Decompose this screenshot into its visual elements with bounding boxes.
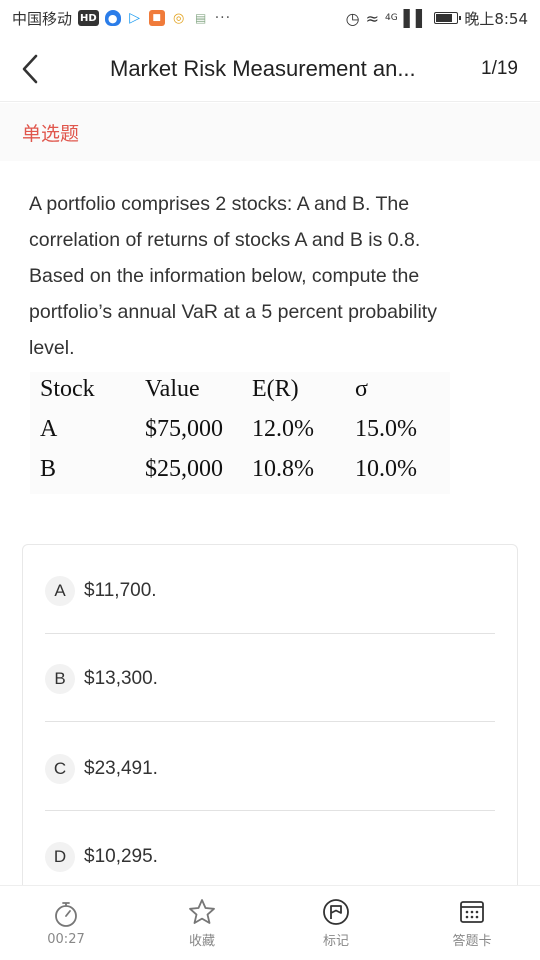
table-cell: 15.0%	[355, 416, 417, 442]
mark-button[interactable]: 标记	[306, 886, 366, 960]
options-card: A $11,700. B $13,300. C $23,491. D $10,2…	[22, 544, 518, 904]
question-data-table: Stock Value E(R) σ A $75,000 12.0% 15.0%…	[30, 372, 450, 494]
table-header-cell: E(R)	[252, 376, 299, 402]
option-letter: C	[45, 754, 75, 784]
question-line: level.	[29, 337, 75, 359]
option-divider	[45, 810, 495, 811]
table-cell: 10.8%	[252, 456, 314, 482]
option-text: $11,700.	[84, 580, 157, 601]
hd-badge: HD	[78, 10, 99, 26]
question-text: A portfolio comprises 2 stocks: A and B.…	[29, 186, 509, 366]
status-right: ◷ ≈ 4G ▌▌ 晚上8:54	[346, 8, 528, 29]
timer-button[interactable]: 00:27	[36, 886, 96, 960]
table-header-cell: Stock	[40, 376, 95, 402]
option-b[interactable]: B $13,300.	[23, 635, 517, 723]
clock-time: 晚上8:54	[464, 9, 528, 28]
battery-icon	[434, 12, 462, 24]
table-cell: 10.0%	[355, 456, 417, 482]
page-title: Market Risk Measurement an...	[110, 55, 416, 81]
table-cell: $75,000	[145, 416, 223, 442]
mark-label: 标记	[322, 934, 349, 949]
option-a[interactable]: A $11,700.	[23, 547, 517, 635]
table-header-row: Stock Value E(R) σ	[30, 376, 450, 416]
chevron-left-icon	[22, 54, 38, 83]
status-bar: 中国移动 HD ● ▷ ■ ◎ ▤ ··· ◷ ≈ 4G ▌▌ 晚上8:54	[0, 0, 540, 36]
question-counter: 1/19	[481, 57, 518, 79]
stopwatch-icon	[55, 902, 77, 927]
option-text: $10,295.	[84, 846, 158, 867]
table-cell: 12.0%	[252, 416, 314, 442]
carrier-name: 中国移动	[12, 9, 73, 28]
option-text: $13,300.	[84, 668, 158, 689]
question-line: Based on the information below, compute …	[29, 265, 420, 287]
answer-sheet-label: 答题卡	[452, 934, 492, 949]
question-line: A portfolio comprises 2 stocks: A and B.…	[29, 193, 410, 215]
question-type-label: 单选题	[22, 122, 80, 145]
table-header-cell: σ	[355, 376, 368, 402]
network-type: 4G	[385, 13, 398, 23]
back-button[interactable]	[0, 36, 60, 102]
table-cell: B	[40, 456, 57, 482]
question-line: correlation of returns of stocks A and B…	[29, 229, 421, 251]
star-icon	[189, 899, 215, 924]
option-letter: D	[45, 842, 75, 872]
bottom-toolbar: 00:27 收藏 标记 答题卡	[0, 885, 540, 960]
more-notifications-icon: ···	[214, 10, 232, 26]
question-line: portfolio’s annual VaR at a 5 percent pr…	[29, 301, 437, 323]
circle-app-icon: ◎	[173, 10, 185, 26]
play-app-icon: ▷	[129, 10, 141, 26]
option-letter: B	[45, 664, 75, 694]
orange-app-icon: ■	[148, 10, 165, 26]
battery-fill	[436, 14, 453, 22]
alarm-icon: ◷	[345, 8, 360, 28]
signal-icon: ▌▌	[403, 8, 429, 28]
option-divider	[45, 633, 495, 634]
question-type-bar: 单选题	[0, 103, 540, 161]
table-row: B $25,000 10.8% 10.0%	[30, 456, 450, 496]
timer-label: 00:27	[47, 932, 85, 947]
table-row: A $75,000 12.0% 15.0%	[30, 416, 450, 456]
shield-app-icon: ●	[104, 10, 121, 26]
header-bar: Market Risk Measurement an... 1/19	[0, 36, 540, 102]
option-letter: A	[45, 576, 75, 606]
answer-sheet-button[interactable]: 答题卡	[442, 886, 502, 960]
robot-app-icon: ▤	[195, 11, 207, 25]
favorite-button[interactable]: 收藏	[172, 886, 232, 960]
flag-circle-icon	[323, 899, 349, 925]
grid-card-icon	[460, 901, 484, 923]
table-cell: $25,000	[145, 456, 223, 482]
option-text: $23,491.	[84, 758, 158, 779]
table-cell: A	[40, 416, 58, 442]
favorite-label: 收藏	[188, 934, 215, 949]
option-c[interactable]: C $23,491.	[23, 725, 517, 813]
status-left: 中国移动 HD ● ▷ ■ ◎ ▤ ···	[12, 8, 231, 29]
table-header-cell: Value	[145, 376, 200, 402]
option-divider	[45, 721, 495, 722]
wifi-icon: ≈	[365, 8, 379, 28]
